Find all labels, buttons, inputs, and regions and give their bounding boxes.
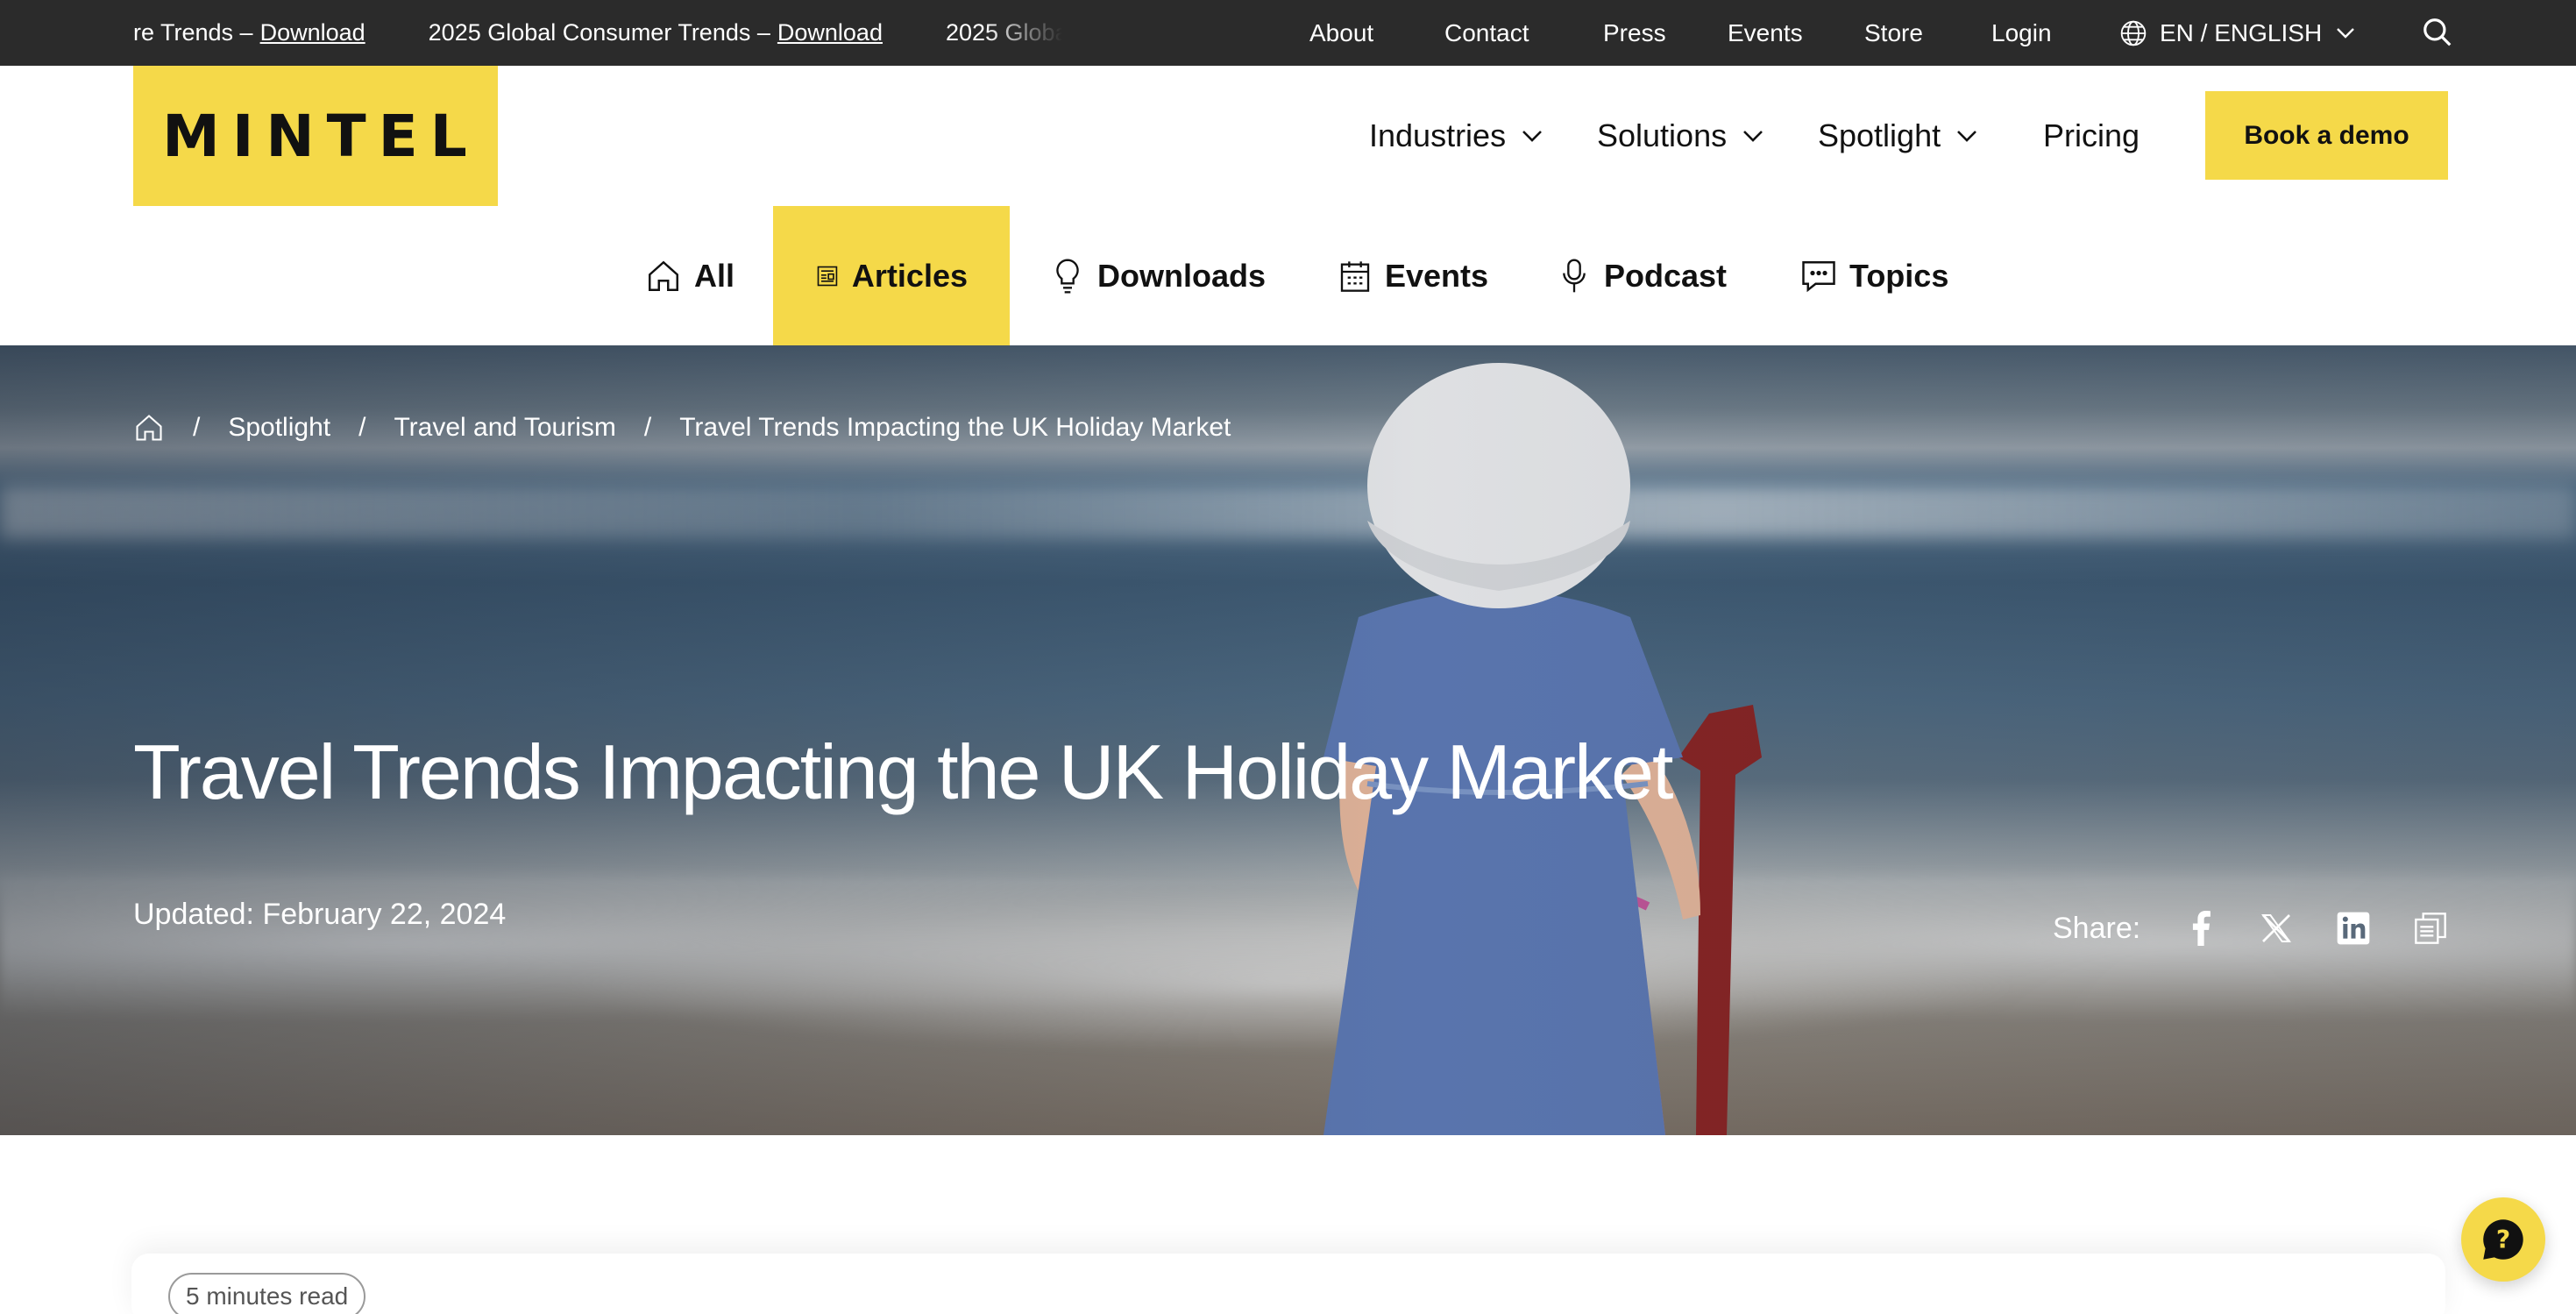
share-copy-link-button[interactable] — [2409, 906, 2452, 950]
ticker-text: 2025 Global Consumer Trends – — [428, 19, 770, 46]
breadcrumb-separator: / — [193, 413, 201, 442]
calendar-icon — [1340, 260, 1370, 292]
nav-solutions-label: Solutions — [1597, 117, 1728, 153]
lightbulb-icon — [1056, 258, 1079, 293]
tab-events[interactable]: Events — [1338, 206, 1488, 345]
mintel-logo[interactable]: MINTEL — [133, 66, 498, 206]
tab-downloads-label: Downloads — [1097, 257, 1267, 294]
tab-podcast[interactable]: Podcast — [1557, 206, 1727, 345]
language-label: EN / ENGLISH — [2160, 18, 2323, 46]
nav-spotlight-label: Spotlight — [1818, 117, 1941, 153]
help-icon: ? — [2483, 1219, 2523, 1260]
updated-date: Updated: February 22, 2024 — [133, 898, 507, 931]
tab-topics-label: Topics — [1849, 257, 1949, 294]
breadcrumb-separator: / — [358, 413, 366, 442]
nav-link-contact[interactable]: Contact — [1444, 0, 1529, 66]
chevron-down-icon — [1522, 131, 1542, 142]
page-title: Travel Trends Impacting the UK Holiday M… — [133, 728, 1673, 815]
logo-text: MINTEL — [162, 102, 479, 170]
nav-link-press[interactable]: Press — [1603, 0, 1666, 66]
nav-solutions[interactable]: Solutions — [1597, 105, 1763, 167]
nav-industries-label: Industries — [1369, 117, 1507, 153]
ticker-download-link[interactable]: Download — [260, 19, 365, 46]
tab-podcast-label: Podcast — [1604, 257, 1728, 294]
share-label: Share: — [2053, 911, 2141, 945]
nav-link-login[interactable]: Login — [1991, 0, 2052, 66]
breadcrumb: / Spotlight / Travel and Tourism / Trave… — [133, 412, 1231, 444]
tab-topics[interactable]: Topics — [1800, 206, 1948, 345]
ticker-item: 2025 Global Consumer Trends – Download — [429, 19, 883, 46]
nav-link-events[interactable]: Events — [1728, 0, 1803, 66]
share-linkedin-button[interactable] — [2331, 906, 2375, 950]
announcement-ticker: re Trends – Download 2025 Global Consume… — [133, 0, 1062, 66]
breadcrumb-current: Travel Trends Impacting the UK Holiday M… — [679, 413, 1231, 442]
nav-spotlight[interactable]: Spotlight — [1818, 105, 1977, 167]
tab-events-label: Events — [1385, 257, 1489, 294]
chevron-down-icon — [1957, 131, 1977, 142]
top-utility-bar: re Trends – Download 2025 Global Consume… — [0, 0, 2576, 66]
svg-text:?: ? — [2496, 1225, 2510, 1254]
microphone-icon — [1563, 259, 1586, 292]
breadcrumb-spotlight[interactable]: Spotlight — [228, 413, 330, 443]
language-selector[interactable]: EN / ENGLISH — [2119, 0, 2367, 66]
tab-articles[interactable]: Articles — [773, 206, 1010, 345]
nav-industries[interactable]: Industries — [1369, 105, 1543, 167]
copy-link-icon — [2415, 913, 2446, 944]
tab-all[interactable]: All — [645, 206, 734, 345]
read-time-badge: 5 minutes read — [168, 1273, 366, 1314]
chevron-down-icon — [1743, 131, 1763, 142]
ticker-fade — [983, 0, 1062, 66]
ticker-download-link[interactable]: Download — [777, 19, 883, 46]
home-icon — [649, 260, 678, 291]
help-button[interactable]: ? — [2461, 1197, 2545, 1282]
search-icon — [2423, 18, 2452, 46]
globe-icon — [2120, 20, 2147, 46]
ticker-item: re Trends – Download — [133, 19, 365, 46]
chevron-down-icon — [2337, 27, 2355, 39]
breadcrumb-separator: / — [643, 413, 652, 442]
search-button[interactable] — [2421, 16, 2454, 49]
home-icon[interactable] — [133, 412, 165, 444]
breadcrumb-travel-tourism[interactable]: Travel and Tourism — [394, 413, 615, 443]
share-bar: Share: — [2053, 906, 2446, 950]
nav-link-store[interactable]: Store — [1864, 0, 1923, 66]
share-x-button[interactable] — [2254, 906, 2298, 950]
newspaper-icon — [817, 266, 838, 286]
facebook-icon — [2192, 911, 2211, 946]
ticker-text: re Trends – — [133, 19, 253, 46]
nav-pricing-label: Pricing — [2043, 117, 2140, 153]
x-icon — [2261, 914, 2291, 942]
tab-downloads[interactable]: Downloads — [1050, 206, 1266, 345]
book-demo-button[interactable]: Book a demo — [2205, 91, 2448, 180]
tab-all-label: All — [694, 257, 735, 294]
share-facebook-button[interactable] — [2179, 906, 2223, 950]
nav-pricing[interactable]: Pricing — [2043, 105, 2140, 167]
tab-articles-label: Articles — [851, 257, 968, 294]
nav-link-about[interactable]: About — [1309, 0, 1373, 66]
chat-icon — [1802, 260, 1835, 292]
article-card-edge — [131, 1254, 2445, 1314]
linkedin-icon — [2337, 912, 2370, 945]
